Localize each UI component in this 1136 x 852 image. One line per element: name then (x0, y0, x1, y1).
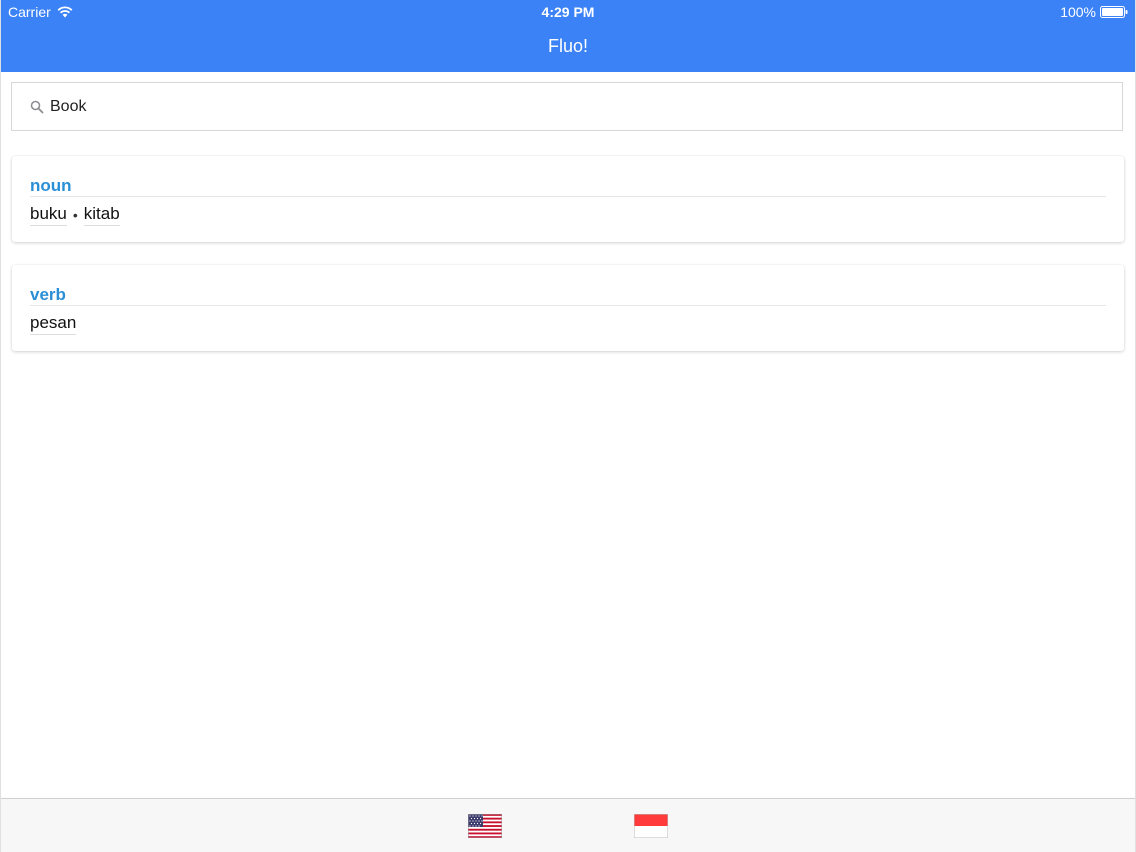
top-bar: Carrier 4:29 PM 100% Fluo! (0, 0, 1136, 72)
part-of-speech-label: noun (30, 176, 72, 195)
card-divider (30, 305, 1106, 306)
search-input[interactable] (50, 97, 1050, 116)
status-time: 4:29 PM (541, 4, 595, 20)
battery-percentage: 100% (1060, 4, 1096, 20)
translation-word[interactable]: pesan (30, 313, 77, 335)
part-of-speech-label: verb (30, 285, 66, 304)
app-screen: Carrier 4:29 PM 100% Fluo! Book noun buk… (0, 0, 1136, 852)
translation-word[interactable]: kitab (83, 204, 120, 226)
result-card-noun: noun buku • kitab (12, 156, 1124, 242)
indonesia-flag-icon[interactable] (634, 814, 668, 838)
search-bar[interactable] (11, 82, 1123, 131)
battery-icon (1100, 6, 1128, 18)
us-flag-icon[interactable] (468, 814, 502, 838)
battery-indicator: 100% (1060, 4, 1128, 20)
app-title: Fluo! (547, 36, 589, 56)
card-divider (30, 196, 1106, 197)
tab-bar (0, 798, 1136, 852)
translation-word[interactable]: buku (30, 204, 67, 226)
result-card-verb: verb pesan (12, 265, 1124, 351)
bullet-separator: • (72, 207, 78, 223)
translation-list: buku • kitab (30, 204, 120, 226)
search-icon (30, 100, 44, 113)
status-bar: Carrier 4:29 PM 100% (0, 0, 1136, 24)
translation-list: pesan (30, 313, 77, 335)
